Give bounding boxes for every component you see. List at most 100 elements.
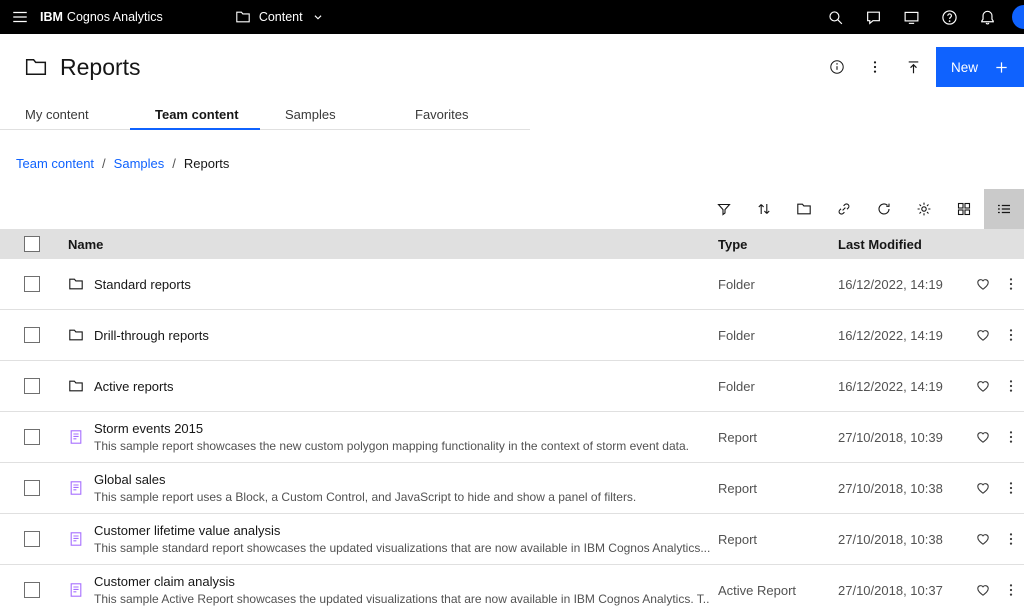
header-actions: New [818,47,1024,87]
item-type: Active Report [718,582,797,598]
favorite-icon[interactable] [975,276,991,292]
refresh-icon[interactable] [864,189,904,229]
item-name[interactable]: Customer claim analysis [94,574,710,589]
tab-my-content[interactable]: My content [0,100,130,130]
folder-icon [68,327,84,343]
new-folder-icon[interactable] [784,189,824,229]
table-row[interactable]: Customer claim analysis This sample Acti… [0,565,1024,611]
brand-prefix: IBM [40,10,63,24]
item-name[interactable]: Customer lifetime value analysis [94,523,710,538]
favorite-icon[interactable] [975,582,991,598]
column-header-type[interactable]: Type [710,237,830,252]
tab-favorites[interactable]: Favorites [390,100,520,130]
item-type: Report [718,480,758,496]
row-checkbox[interactable] [24,480,40,496]
menu-icon[interactable] [0,0,40,34]
item-description: This sample report uses a Block, a Custo… [94,490,637,504]
report-icon [68,480,84,496]
item-modified: 16/12/2022, 14:19 [838,327,943,343]
item-modified: 27/10/2018, 10:37 [838,582,943,598]
table-row[interactable]: Storm events 2015 This sample report sho… [0,412,1024,463]
item-description: This sample standard report showcases th… [94,541,710,555]
breadcrumb: Team content / Samples / Reports [16,156,1024,171]
user-avatar[interactable] [1012,5,1024,29]
favorite-icon[interactable] [975,429,991,445]
row-menu-icon[interactable] [1003,480,1019,496]
row-checkbox[interactable] [24,327,40,343]
select-all-checkbox[interactable] [24,236,40,252]
item-name[interactable]: Drill-through reports [94,328,209,343]
tab-samples[interactable]: Samples [260,100,390,130]
item-type: Folder [718,276,755,292]
table-row[interactable]: Global sales This sample report uses a B… [0,463,1024,514]
item-modified: 27/10/2018, 10:38 [838,480,943,496]
chat-icon[interactable] [854,0,892,34]
column-header-modified[interactable]: Last Modified [830,237,968,252]
link-icon[interactable] [824,189,864,229]
new-button[interactable]: New [936,47,1024,87]
toolbar [0,189,1024,229]
row-menu-icon[interactable] [1003,327,1019,343]
info-icon[interactable] [818,47,856,87]
table-body: Standard reports Folder 16/12/2022, 14:1… [0,259,1024,611]
item-name[interactable]: Storm events 2015 [94,421,689,436]
favorite-icon[interactable] [975,531,991,547]
table-row[interactable]: Active reports Folder 16/12/2022, 14:19 [0,361,1024,412]
table-row[interactable]: Customer lifetime value analysis This sa… [0,514,1024,565]
table-row[interactable]: Drill-through reports Folder 16/12/2022,… [0,310,1024,361]
breadcrumb-separator: / [102,156,106,171]
row-menu-icon[interactable] [1003,531,1019,547]
tile-view-icon[interactable] [944,189,984,229]
row-checkbox[interactable] [24,429,40,445]
folder-icon [24,55,48,79]
item-type: Folder [718,378,755,394]
row-menu-icon[interactable] [1003,582,1019,598]
breadcrumb-separator: / [172,156,176,171]
favorite-icon[interactable] [975,378,991,394]
row-checkbox[interactable] [24,276,40,292]
upload-icon[interactable] [894,47,932,87]
content-switcher-label: Content [258,10,303,24]
sort-icon[interactable] [744,189,784,229]
breadcrumb-current: Reports [183,156,230,171]
item-type: Report [718,531,758,547]
content-switcher[interactable]: Content [225,0,335,34]
help-icon[interactable] [930,0,968,34]
app-brand: IBM Cognos Analytics [40,10,163,24]
folder-icon [235,9,251,25]
breadcrumb-samples[interactable]: Samples [114,156,165,171]
report-icon [68,531,84,547]
row-menu-icon[interactable] [1003,378,1019,394]
plus-icon [994,60,1009,75]
breadcrumb-team-content[interactable]: Team content [16,156,94,171]
tab-team-content[interactable]: Team content [130,100,260,130]
item-name[interactable]: Global sales [94,472,636,487]
row-checkbox[interactable] [24,531,40,547]
row-menu-icon[interactable] [1003,429,1019,445]
settings-icon[interactable] [904,189,944,229]
overflow-menu-icon[interactable] [856,47,894,87]
new-button-label: New [951,59,979,75]
tab-bar: My content Team content Samples Favorite… [0,100,530,130]
row-checkbox[interactable] [24,378,40,394]
item-modified: 16/12/2022, 14:19 [838,276,943,292]
item-type: Report [718,429,758,445]
row-checkbox[interactable] [24,582,40,598]
screen-icon[interactable] [892,0,930,34]
row-menu-icon[interactable] [1003,276,1019,292]
column-header-name[interactable]: Name [64,237,710,252]
notifications-icon[interactable] [968,0,1006,34]
table-row[interactable]: Standard reports Folder 16/12/2022, 14:1… [0,259,1024,310]
item-name[interactable]: Active reports [94,379,173,394]
list-view-icon[interactable] [984,189,1024,229]
item-modified: 27/10/2018, 10:39 [838,429,943,445]
report-icon [68,429,84,445]
filter-icon[interactable] [704,189,744,229]
item-description: This sample Active Report showcases the … [94,592,710,606]
folder-icon [68,378,84,394]
favorite-icon[interactable] [975,327,991,343]
favorite-icon[interactable] [975,480,991,496]
item-name[interactable]: Standard reports [94,277,191,292]
search-icon[interactable] [816,0,854,34]
item-description: This sample report showcases the new cus… [94,439,689,453]
